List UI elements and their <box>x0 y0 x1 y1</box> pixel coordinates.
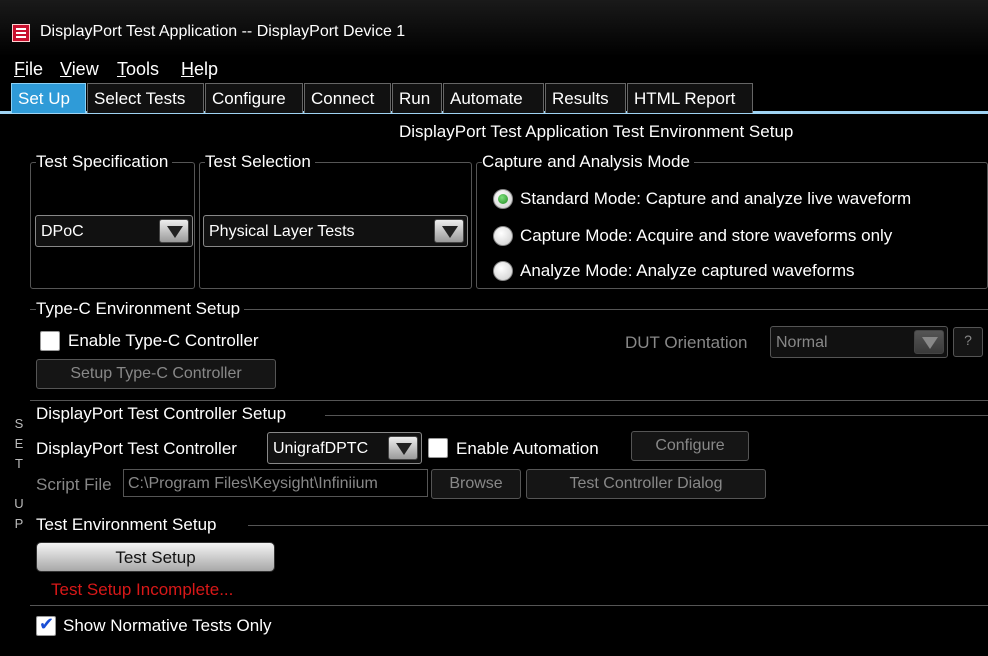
dut-orientation-label: DUT Orientation <box>625 333 748 352</box>
analyze-mode-label: Analyze Mode: Analyze captured waveforms <box>520 261 855 280</box>
enable-automation-checkbox[interactable] <box>428 438 448 458</box>
configure-button[interactable]: Configure <box>631 431 749 461</box>
standard-mode-label: Standard Mode: Capture and analyze live … <box>520 189 912 208</box>
test-setup-button[interactable]: Test Setup <box>36 542 275 572</box>
controller-section-label: DisplayPort Test Controller Setup <box>36 404 291 424</box>
script-file-field[interactable]: C:\Program Files\Keysight\Infiniium <box>123 469 428 497</box>
divider <box>30 400 988 401</box>
dut-orientation-select[interactable]: Normal <box>770 326 948 358</box>
chevron-down-icon <box>434 219 464 243</box>
menu-bar: File View Tools Help <box>0 57 988 81</box>
test-controller-dialog-button[interactable]: Test Controller Dialog <box>526 469 766 499</box>
analyze-mode-radio[interactable] <box>493 261 513 281</box>
tab-automate[interactable]: Automate <box>443 83 544 113</box>
divider <box>30 605 988 606</box>
capture-mode-label: Capture and Analysis Mode <box>482 152 694 172</box>
tab-configure[interactable]: Configure <box>205 83 303 113</box>
enable-automation-label: Enable Automation <box>456 439 599 458</box>
capture-mode-option-label: Capture Mode: Acquire and store waveform… <box>520 226 893 245</box>
dut-orientation-help-button[interactable]: ? <box>953 327 983 357</box>
test-selection-select[interactable]: Physical Layer Tests <box>203 215 468 247</box>
setup-panel: DisplayPort Test Application Test Enviro… <box>30 114 988 656</box>
browse-button[interactable]: Browse <box>431 469 521 499</box>
script-file-label: Script File <box>36 475 112 494</box>
test-setup-status: Test Setup Incomplete... <box>51 580 234 599</box>
tab-html-report[interactable]: HTML Report <box>627 83 753 113</box>
controller-label: DisplayPort Test Controller <box>36 439 237 458</box>
controller-select[interactable]: UnigrafDPTC <box>267 432 422 464</box>
menu-view[interactable]: View <box>60 59 99 80</box>
tab-select-tests[interactable]: Select Tests <box>87 83 204 113</box>
normative-tests-checkbox[interactable] <box>36 614 56 636</box>
environment-section-label: Test Environment Setup <box>36 515 221 535</box>
test-specification-select[interactable]: DPoC <box>35 215 193 247</box>
divider <box>325 415 988 416</box>
setup-typec-button[interactable]: Setup Type-C Controller <box>36 359 276 389</box>
enable-typec-checkbox[interactable] <box>40 331 60 351</box>
tab-connect[interactable]: Connect <box>304 83 391 113</box>
app-logo-icon <box>12 24 30 42</box>
chevron-down-icon <box>388 436 418 460</box>
tab-bar: Set Up Select Tests Configure Connect Ru… <box>0 81 988 114</box>
window-title: DisplayPort Test Application -- DisplayP… <box>40 23 406 40</box>
page-title: DisplayPort Test Application Test Enviro… <box>399 122 794 141</box>
test-selection-label: Test Selection <box>205 152 315 172</box>
menu-file[interactable]: File <box>14 59 43 80</box>
test-specification-label: Test Specification <box>36 152 173 172</box>
enable-typec-label: Enable Type-C Controller <box>68 331 259 350</box>
standard-mode-radio[interactable] <box>493 189 513 209</box>
tab-results[interactable]: Results <box>545 83 626 113</box>
menu-tools[interactable]: Tools <box>117 59 159 80</box>
capture-mode-radio[interactable] <box>493 226 513 246</box>
normative-tests-label: Show Normative Tests Only <box>63 616 272 635</box>
typec-section-label: Type-C Environment Setup <box>36 299 245 319</box>
tab-set-up[interactable]: Set Up <box>11 83 86 113</box>
tab-run[interactable]: Run <box>392 83 442 113</box>
menu-help[interactable]: Help <box>181 59 218 80</box>
chevron-down-icon <box>914 330 944 354</box>
setup-side-tab: S E T U P <box>8 114 30 656</box>
divider <box>248 525 988 526</box>
chevron-down-icon <box>159 219 189 243</box>
title-bar: DisplayPort Test Application -- DisplayP… <box>0 0 988 57</box>
